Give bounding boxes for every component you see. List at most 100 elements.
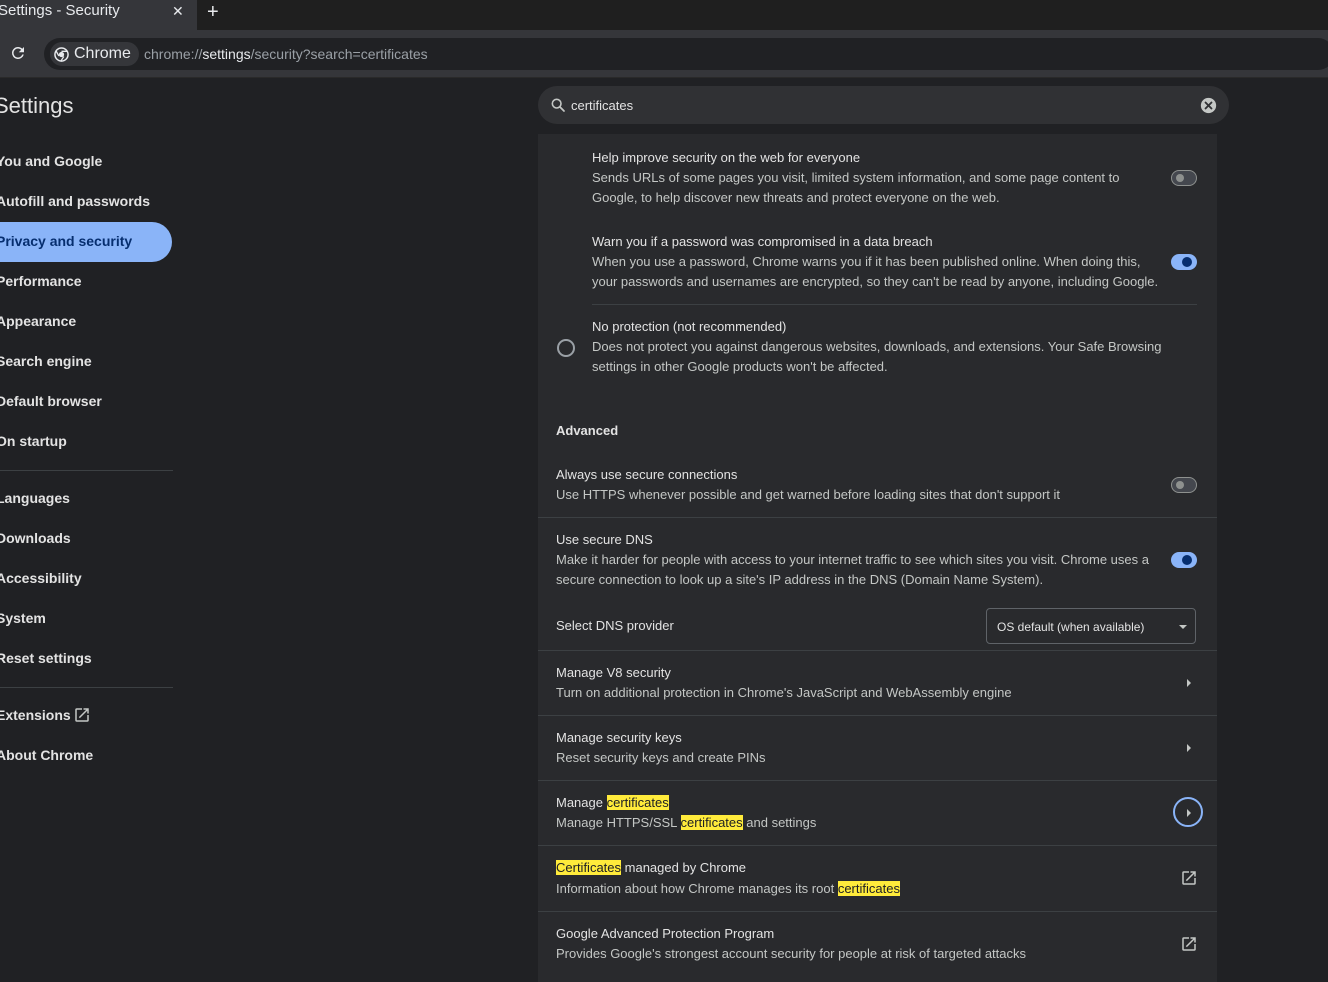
open-in-new-icon [75,708,89,722]
sidebar-item-autofill[interactable]: Autofill and passwords [0,182,172,222]
dns-provider-select[interactable]: OS default (when available) [986,608,1196,644]
sidebar-item-you-and-google[interactable]: You and Google [0,142,172,182]
reload-icon[interactable] [9,44,27,62]
secure-dns-toggle[interactable] [1171,552,1197,568]
secure-connections-row[interactable]: Always use secure connections Use HTTPS … [538,454,1217,516]
search-icon [551,98,565,112]
title-suffix: managed by Chrome [621,860,747,875]
tab-strip: Settings - Security ✕ + [0,0,1328,30]
secure-dns-desc: Make it harder for people with access to… [556,552,1149,587]
sidebar-item-label: Performance [0,273,82,289]
sidebar-item-label: Reset settings [0,650,92,666]
sidebar-item-performance[interactable]: Performance [0,262,172,302]
address-bar[interactable]: Chrome chrome://settings/security?search… [44,38,1328,70]
sidebar-item-label: You and Google [0,153,103,169]
sidebar-item-label: System [0,610,46,626]
advanced-protection-row[interactable]: Google Advanced Protection Program Provi… [538,912,1217,976]
chevron-right-icon[interactable] [1184,678,1194,688]
search-highlight: Certificates [556,860,622,875]
chevron-right-icon[interactable] [1184,743,1194,753]
sidebar-item-appearance[interactable]: Appearance [0,302,172,342]
v8-security-title: Manage V8 security [556,665,671,680]
site-info-chip[interactable]: Chrome [50,42,139,66]
dns-provider-label: Select DNS provider [556,618,674,633]
v8-security-row[interactable]: Manage V8 security Turn on additional pr… [538,651,1217,715]
sidebar-item-about-chrome[interactable]: About Chrome [0,736,172,776]
sidebar-item-label: Appearance [0,313,77,329]
sidebar-item-reset-settings[interactable]: Reset settings [0,639,172,679]
no-protection-row[interactable]: No protection (not recommended) Does not… [538,305,1217,385]
manage-certificates-row[interactable]: Manage certificates Manage HTTPS/SSL cer… [538,781,1217,845]
sidebar-item-label: Search engine [0,353,92,369]
tab-title: Settings - Security [0,2,120,19]
search-input[interactable] [571,95,1171,115]
sidebar-item-accessibility[interactable]: Accessibility [0,559,172,599]
toggle-track [1171,477,1197,493]
manage-certificates-arrow-button[interactable] [1173,797,1203,827]
url-text[interactable]: chrome://settings/security?search=certif… [144,46,428,62]
no-protection-desc: Does not protect you against dangerous w… [592,339,1162,374]
chip-label: Chrome [74,45,131,62]
sidebar-item-search-engine[interactable]: Search engine [0,342,172,382]
sidebar-item-label: About Chrome [0,747,94,763]
search-box[interactable] [538,86,1229,124]
security-keys-desc: Reset security keys and create PINs [556,750,766,765]
sidebar-item-label: Extensions [0,707,71,723]
password-breach-row[interactable]: Warn you if a password was compromised i… [538,218,1217,302]
secure-dns-row[interactable]: Use secure DNS Make it harder for people… [538,518,1217,598]
password-breach-toggle[interactable] [1171,254,1197,270]
dropdown-caret-icon [1179,625,1187,629]
secure-connections-toggle[interactable] [1171,477,1197,493]
sidebar-item-languages[interactable]: Languages [0,479,172,519]
sidebar-item-label: Privacy and security [0,233,133,249]
title-prefix: Manage [556,795,607,810]
security-keys-row[interactable]: Manage security keys Reset security keys… [538,716,1217,780]
open-in-new-icon[interactable] [1180,935,1198,953]
help-improve-toggle[interactable] [1171,170,1197,186]
password-breach-desc: When you use a password, Chrome warns yo… [592,254,1159,289]
browser-toolbar: Chrome chrome://settings/security?search… [0,30,1328,78]
manage-certificates-title: Manage certificates [556,795,669,810]
sidebar-item-downloads[interactable]: Downloads [0,519,172,559]
help-improve-row[interactable]: Help improve security on the web for eve… [538,134,1217,214]
help-improve-title: Help improve security on the web for eve… [592,150,861,165]
secure-connections-title: Always use secure connections [556,467,738,482]
security-keys-title: Manage security keys [556,730,682,745]
new-tab-button[interactable]: + [207,0,219,24]
sidebar-item-on-startup[interactable]: On startup [0,422,172,462]
desc-prefix: Manage HTTPS/SSL [556,815,681,830]
dns-provider-value: OS default (when available) [997,620,1145,634]
url-path: /security?search=certificates [250,46,428,62]
advanced-protection-title: Google Advanced Protection Program [556,926,775,941]
sidebar-item-label: Default browser [0,393,102,409]
certificates-managed-row[interactable]: Certificates managed by Chrome Informati… [538,846,1217,910]
search-highlight: certificates [837,881,900,896]
sidebar-item-privacy-security[interactable]: Privacy and security [0,222,172,262]
sidebar-item-extensions[interactable]: Extensions [0,696,172,736]
chevron-right-icon [1187,809,1191,817]
chrome-logo-icon [54,46,69,62]
close-tab-icon[interactable]: ✕ [172,3,184,20]
certificates-managed-title: Certificates managed by Chrome [556,860,746,875]
settings-card: Help improve security on the web for eve… [538,134,1217,982]
toggle-knob [1182,257,1192,267]
url-scheme: chrome:// [144,46,203,62]
manage-certificates-desc: Manage HTTPS/SSL certificates and settin… [556,813,1156,833]
sidebar-item-default-browser[interactable]: Default browser [0,382,172,422]
open-in-new-icon[interactable] [1180,869,1198,887]
search-highlight: certificates [606,795,669,810]
desc-prefix: Information about how Chrome manages its… [556,881,838,896]
sidebar-item-label: Languages [0,490,70,506]
tab-settings-security[interactable]: Settings - Security ✕ [0,0,197,30]
url-host: settings [202,46,251,62]
advanced-protection-desc: Provides Google's strongest account secu… [556,946,1026,961]
search-highlight: certificates [680,815,743,830]
certificates-managed-desc: Information about how Chrome manages its… [556,879,1156,899]
clear-search-icon[interactable] [1200,97,1217,114]
sidebar-item-system[interactable]: System [0,599,172,639]
sidebar-divider [0,470,173,471]
toggle-knob [1182,555,1192,565]
password-breach-title: Warn you if a password was compromised i… [592,234,933,249]
no-protection-radio[interactable] [557,339,575,357]
settings-header: Settings [0,78,1328,134]
